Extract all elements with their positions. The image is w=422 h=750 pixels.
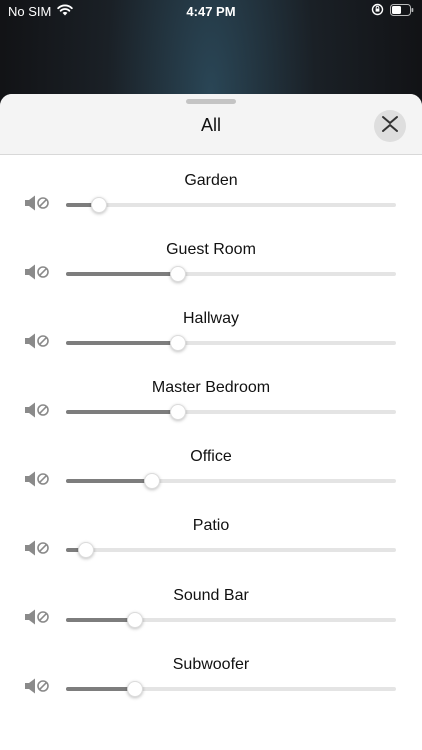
sheet-title: All <box>200 115 221 135</box>
volume-slider-track[interactable] <box>66 203 396 207</box>
volume-slider[interactable] <box>66 472 396 490</box>
orientation-lock-icon <box>371 3 384 19</box>
volume-slider-fill <box>66 617 136 622</box>
volume-slider[interactable] <box>66 541 396 559</box>
room-row-master-bedroom: Master Bedroom <box>0 362 422 431</box>
mute-button[interactable] <box>24 677 50 700</box>
volume-slider-track[interactable] <box>66 548 396 553</box>
room-row-garden: Garden <box>0 155 422 224</box>
room-volume-list: Garden Guest Room Hallway Master Bedroom… <box>0 155 422 708</box>
sheet-grabber[interactable] <box>186 99 236 104</box>
mute-button[interactable] <box>24 471 50 491</box>
speaker-muted-icon <box>24 263 50 286</box>
volume-slider-fill <box>66 341 179 346</box>
battery-icon <box>390 3 414 19</box>
room-name: Subwoofer <box>172 655 250 673</box>
volume-slider-thumb[interactable] <box>77 542 94 559</box>
volume-slider[interactable] <box>66 403 396 421</box>
volume-slider-fill <box>66 410 179 415</box>
room-name: Hallway <box>182 310 239 328</box>
speaker-muted-icon <box>24 194 50 217</box>
volume-slider-thumb[interactable] <box>170 404 187 421</box>
volume-slider-thumb[interactable] <box>127 611 144 628</box>
speaker-muted-icon <box>24 608 50 631</box>
collapse-button[interactable] <box>374 110 406 142</box>
room-name: Master Bedroom <box>151 379 271 397</box>
volume-slider-thumb[interactable] <box>170 266 187 283</box>
volume-slider[interactable] <box>66 196 396 214</box>
status-right-group <box>371 3 414 19</box>
volume-slider-fill <box>66 272 179 277</box>
mute-button[interactable] <box>24 608 50 631</box>
speaker-muted-icon <box>24 677 50 700</box>
room-row-hallway: Hallway <box>0 293 422 362</box>
room-name: Patio <box>192 517 230 535</box>
status-time: 4:47 PM <box>186 4 236 19</box>
volume-slider[interactable] <box>66 334 396 352</box>
room-row-office: Office <box>0 431 422 500</box>
room-row-guest-room: Guest Room <box>0 224 422 293</box>
room-row-patio: Patio <box>0 500 422 569</box>
app-screen: No SIM 4:47 PM All Garden Guest Room Hal… <box>0 0 422 750</box>
volume-slider-thumb[interactable] <box>143 473 160 490</box>
room-row-subwoofer: Subwoofer <box>0 639 422 708</box>
mute-button[interactable] <box>24 402 50 422</box>
speaker-muted-icon <box>24 332 50 355</box>
rooms-sheet: All Garden Guest Room Hallway Master Bed… <box>0 94 422 750</box>
volume-slider[interactable] <box>66 680 396 698</box>
mute-button[interactable] <box>24 264 50 284</box>
speaker-muted-icon <box>24 539 50 562</box>
room-name: Guest Room <box>166 241 256 259</box>
mute-button[interactable] <box>24 333 50 353</box>
volume-slider-thumb[interactable] <box>91 197 107 213</box>
status-bar: No SIM 4:47 PM <box>0 0 422 24</box>
sheet-header: All <box>0 94 422 155</box>
room-name: Sound Bar <box>173 586 249 604</box>
speaker-muted-icon <box>24 470 50 493</box>
room-row-sound-bar: Sound Bar <box>0 570 422 639</box>
mute-button[interactable] <box>24 540 50 560</box>
speaker-muted-icon <box>24 401 50 424</box>
volume-slider-thumb[interactable] <box>127 680 144 697</box>
volume-slider-thumb[interactable] <box>170 335 187 352</box>
mute-button[interactable] <box>24 195 50 215</box>
room-name: Garden <box>184 172 238 189</box>
volume-slider-fill <box>66 686 136 691</box>
chevron-collapse-icon <box>381 114 399 139</box>
volume-slider[interactable] <box>66 265 396 283</box>
volume-slider-fill <box>66 479 152 484</box>
room-name: Office <box>190 448 232 466</box>
volume-slider[interactable] <box>66 611 396 629</box>
